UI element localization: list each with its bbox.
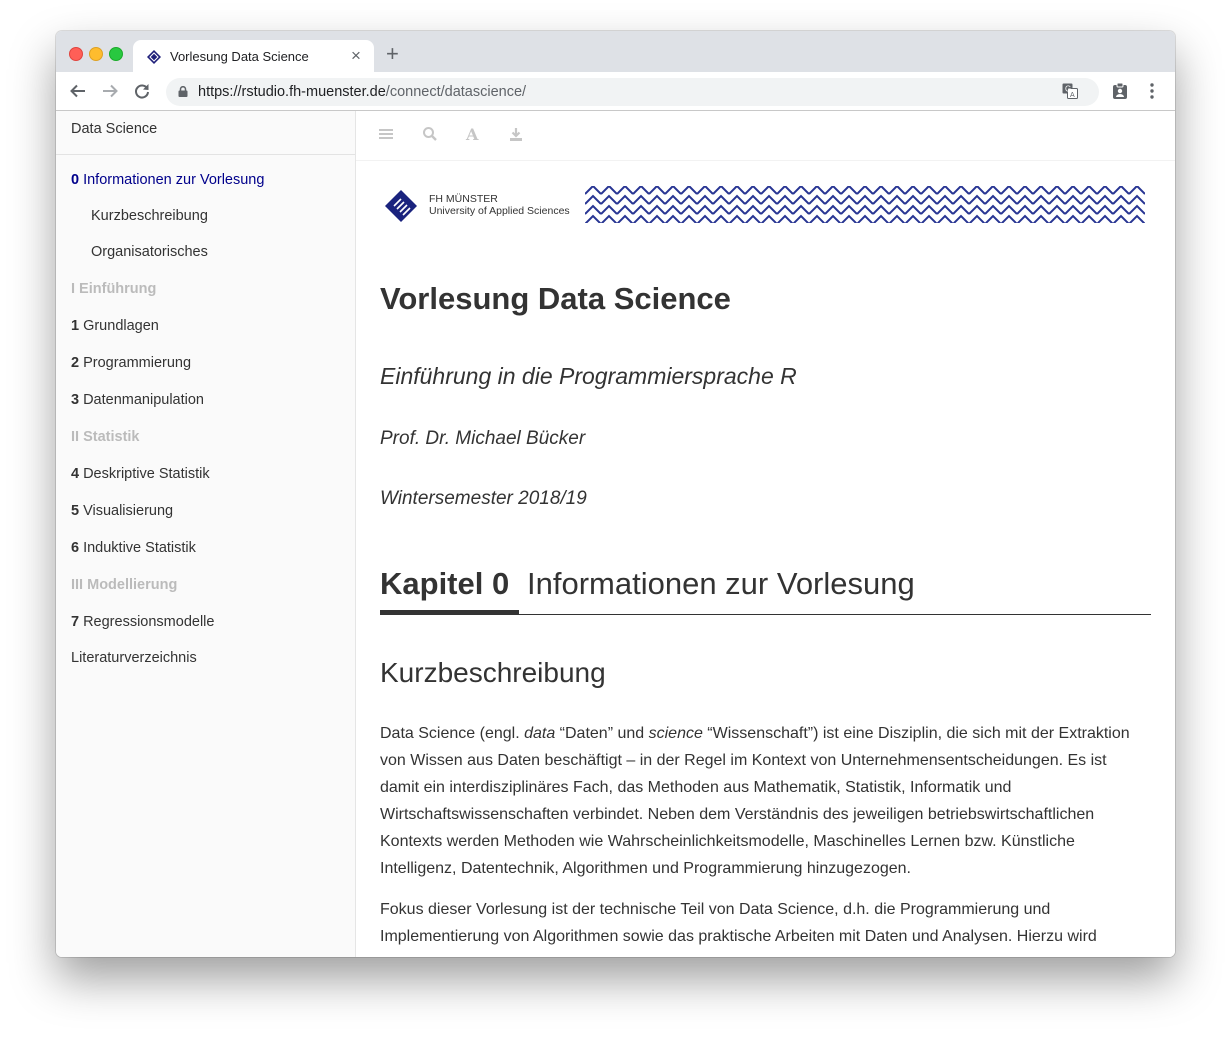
fh-favicon-icon [147, 50, 161, 64]
close-window-button[interactable] [69, 47, 83, 61]
svg-text:A: A [1070, 92, 1075, 99]
main-content: A FH MÜNSTER University of Applied Scien… [356, 111, 1175, 957]
sidebar-item-organisatorisches[interactable]: Organisatorisches [91, 244, 208, 260]
author: Prof. Dr. Michael Bücker [380, 428, 586, 449]
tab-strip: Vorlesung Data Science × + [56, 31, 1175, 72]
browser-tab[interactable]: Vorlesung Data Science × [133, 40, 374, 72]
sidebar-item-literaturverzeichnis[interactable]: Literaturverzeichnis [71, 650, 197, 666]
university-banner: FH MÜNSTER University of Applied Science… [385, 186, 1145, 224]
sidebar-part-statistik: II Statistik [71, 429, 140, 445]
lock-icon [178, 86, 188, 97]
date: Wintersemester 2018/19 [380, 488, 587, 509]
book-toolbar: A [356, 111, 1175, 161]
address-bar[interactable]: https://rstudio.fh-muenster.de/connect/d… [166, 78, 1099, 106]
back-icon[interactable] [69, 82, 87, 100]
page-content: Data Science 0 Informationen zur Vorlesun… [56, 111, 1175, 957]
sidebar-item-regressionsmodelle[interactable]: 7 Regressionsmodelle [71, 614, 214, 630]
sidebar-item-visualisierung[interactable]: 5 Visualisierung [71, 503, 173, 519]
sidebar-item-deskriptive-statistik[interactable]: 4 Deskriptive Statistik [71, 466, 210, 482]
chevron-pattern-decoration [585, 186, 1145, 223]
extension-icon[interactable] [1112, 82, 1128, 100]
forward-icon[interactable] [101, 82, 119, 100]
chapter-title: Informationen zur Vorlesung [527, 566, 915, 601]
sidebar-item-induktive-statistik[interactable]: 6 Induktive Statistik [71, 540, 196, 556]
paragraph-2: Fokus dieser Vorlesung ist der technisch… [380, 901, 1097, 945]
svg-text:A: A [465, 126, 479, 142]
chapter-number: Kapitel 0 [380, 566, 510, 601]
sidebar-item-datenmanipulation[interactable]: 3 Datenmanipulation [71, 392, 204, 408]
translate-icon[interactable]: G A [1062, 83, 1078, 99]
font-icon[interactable]: A [465, 126, 481, 142]
sidebar-part-modellierung: III Modellierung [71, 577, 178, 593]
browser-window: Vorlesung Data Science × + https://rstud… [56, 31, 1175, 957]
download-icon[interactable] [508, 126, 524, 142]
chapter-underline [380, 610, 519, 614]
search-icon[interactable] [422, 126, 438, 142]
menu-icon[interactable] [378, 126, 394, 142]
section-heading: Kurzbeschreibung [380, 657, 606, 688]
reload-icon[interactable] [133, 82, 151, 100]
paragraph-1: Data Science (engl. data “Daten” und sci… [380, 725, 1130, 877]
tab-title: Vorlesung Data Science [170, 49, 309, 64]
page-title: Vorlesung Data Science [380, 281, 731, 316]
browser-toolbar: https://rstudio.fh-muenster.de/connect/d… [56, 72, 1175, 111]
page-subtitle: Einführung in die Programmiersprache R [380, 363, 797, 389]
sidebar-item-kurzbeschreibung[interactable]: Kurzbeschreibung [91, 208, 208, 224]
university-name: FH MÜNSTER University of Applied Science… [429, 193, 570, 217]
minimize-window-button[interactable] [89, 47, 103, 61]
new-tab-icon[interactable]: + [386, 43, 399, 65]
tab-close-icon[interactable]: × [351, 46, 361, 66]
sidebar-item-informationen[interactable]: 0 Informationen zur Vorlesung [71, 172, 264, 188]
url-text[interactable]: https://rstudio.fh-muenster.de/connect/d… [198, 84, 526, 100]
sidebar-part-einfuehrung: I Einführung [71, 281, 157, 297]
sidebar-item-grundlagen[interactable]: 1 Grundlagen [71, 318, 159, 334]
maximize-window-button[interactable] [109, 47, 123, 61]
sidebar-header: Data Science [56, 111, 355, 155]
toc-sidebar: Data Science 0 Informationen zur Vorlesun… [56, 111, 356, 957]
chapter-heading: Kapitel 0 Informationen zur Vorlesung [380, 566, 1151, 615]
sidebar-item-programmierung[interactable]: 2 Programmierung [71, 355, 191, 371]
fh-muenster-logo-icon [385, 190, 417, 222]
book-title-link[interactable]: Data Science [71, 121, 157, 137]
kebab-menu-icon[interactable] [1149, 82, 1155, 100]
